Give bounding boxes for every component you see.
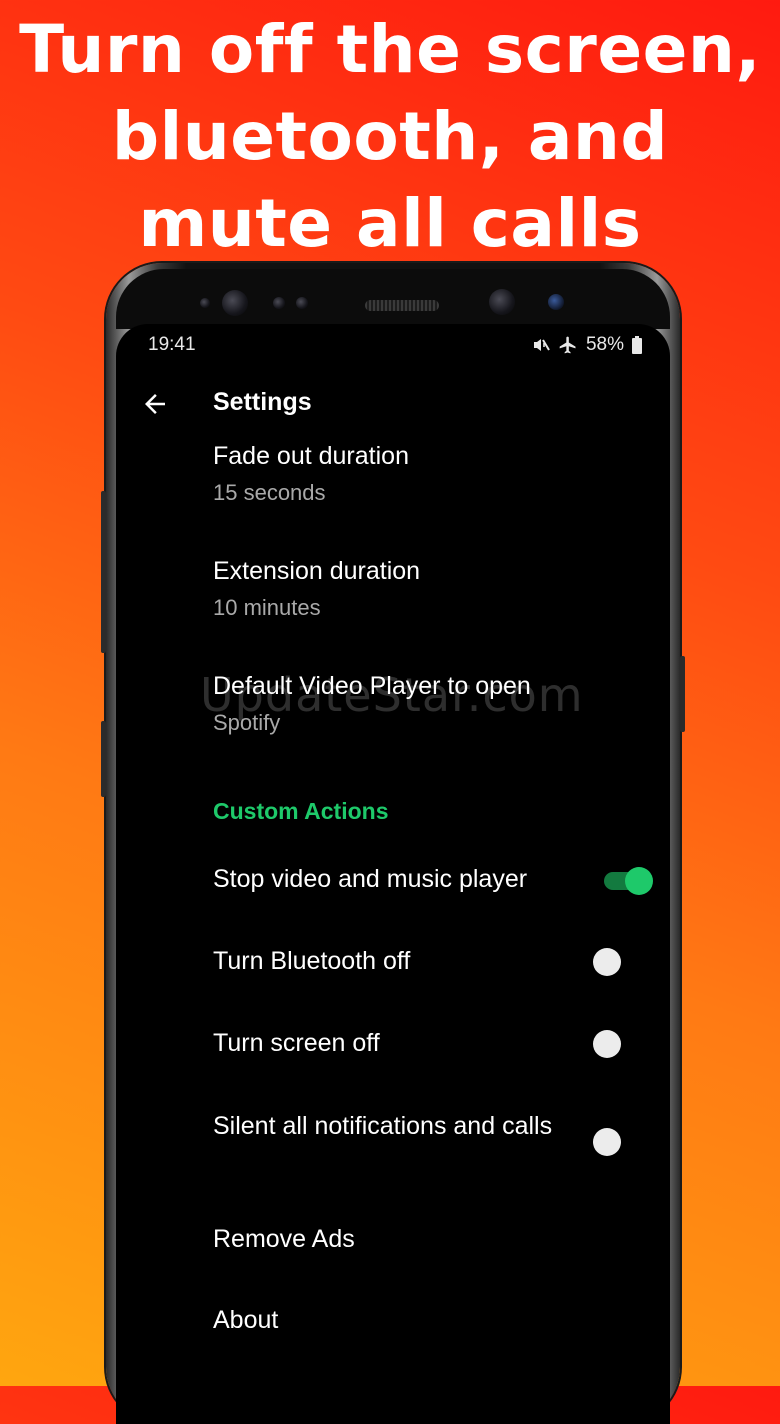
status-time: 19:41 bbox=[148, 334, 196, 355]
switch-thumb bbox=[625, 867, 653, 895]
arrow-left-icon[interactable] bbox=[140, 389, 170, 419]
page-title: Settings bbox=[213, 388, 312, 416]
phone-screen: 19:41 58% Settings Fade out duration 15 … bbox=[116, 324, 670, 1424]
pref-title: Fade out duration bbox=[213, 442, 409, 470]
screen-off-switch[interactable] bbox=[592, 1028, 646, 1060]
phone-top-bezel bbox=[116, 269, 670, 329]
pref-title: Turn Bluetooth off bbox=[213, 947, 411, 975]
pref-title: Extension duration bbox=[213, 557, 421, 585]
battery-icon bbox=[632, 336, 642, 354]
remove-ads-item[interactable]: Remove Ads bbox=[213, 1225, 355, 1254]
promo-headline: Turn off the screen, bluetooth, and mute… bbox=[0, 6, 780, 267]
phone-frame: 19:41 58% Settings Fade out duration 15 … bbox=[101, 263, 685, 1424]
stop-player-switch[interactable] bbox=[602, 865, 656, 897]
mute-icon bbox=[533, 339, 550, 351]
promo-line-3: mute all calls bbox=[138, 185, 642, 262]
power-button bbox=[680, 656, 685, 732]
promo-line-1: Turn off the screen, bbox=[19, 11, 761, 88]
volume-up-button bbox=[101, 491, 106, 653]
watermark: UpdateStar.com bbox=[200, 668, 584, 722]
sensor-dot-icon bbox=[273, 297, 285, 309]
pref-title: Stop video and music player bbox=[213, 865, 528, 893]
bluetooth-off-switch[interactable] bbox=[592, 946, 646, 978]
section-header-custom-actions: Custom Actions bbox=[213, 798, 389, 824]
bixby-button bbox=[101, 721, 106, 797]
silent-notifications-switch[interactable] bbox=[592, 1126, 646, 1158]
battery-percent: 58% bbox=[585, 334, 624, 355]
about-item[interactable]: About bbox=[213, 1306, 278, 1335]
switch-thumb bbox=[593, 1128, 621, 1156]
pref-summary: 15 seconds bbox=[213, 480, 326, 505]
switch-thumb bbox=[593, 948, 621, 976]
switch-thumb bbox=[593, 1030, 621, 1058]
earpiece-speaker bbox=[365, 300, 439, 311]
airplane-icon bbox=[559, 336, 576, 354]
pref-title: Silent all notifications and calls bbox=[213, 1112, 553, 1140]
sensor-dot-icon bbox=[296, 297, 308, 309]
front-camera-icon bbox=[489, 289, 515, 315]
proximity-sensor-icon bbox=[200, 298, 210, 308]
status-bar: 19:41 58% bbox=[116, 324, 670, 364]
promo-line-2: bluetooth, and bbox=[111, 98, 669, 175]
iris-led-icon bbox=[548, 294, 564, 310]
pref-summary: 10 minutes bbox=[213, 595, 321, 620]
pref-title: Turn screen off bbox=[213, 1029, 380, 1057]
iris-camera-icon bbox=[222, 290, 248, 316]
status-icons: 58% bbox=[532, 334, 642, 356]
